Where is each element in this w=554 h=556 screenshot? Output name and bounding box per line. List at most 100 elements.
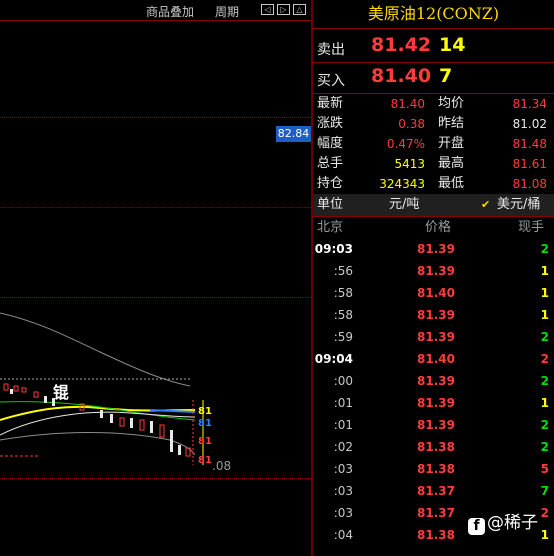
tick-time: :02 <box>333 440 353 454</box>
tick-row[interactable]: :00 81.39 2 <box>313 370 554 392</box>
quote-panel: 美原油12(CONZ) 卖出 81.42 14 买入 81.40 7 最新 81… <box>313 0 554 556</box>
tick-row[interactable]: :58 81.39 1 <box>313 304 554 326</box>
tick-time: :56 <box>333 264 353 278</box>
tick-time: :01 <box>333 396 353 410</box>
tick-qty: 2 <box>540 440 549 454</box>
tick-qty: 2 <box>540 418 549 432</box>
tick-time: :03 <box>333 484 353 498</box>
chart-label: 81 <box>198 436 212 447</box>
tick-time: :04 <box>333 528 353 542</box>
tick-price: 81.40 <box>417 352 455 366</box>
tick-row[interactable]: 09:03 81.39 2 <box>313 238 554 260</box>
bid-row[interactable]: 买入 81.40 7 <box>313 63 554 93</box>
tick-price: 81.37 <box>417 484 455 498</box>
tick-qty: 1 <box>540 286 549 300</box>
tick-qty: 2 <box>540 242 549 256</box>
tick-price: 81.39 <box>417 330 455 344</box>
ma-yellow-line <box>0 405 196 421</box>
contract-title: 美原油12(CONZ) <box>313 0 554 29</box>
tick-price: 81.39 <box>417 264 455 278</box>
stat-value: 0.47% <box>386 137 425 151</box>
chart-label: 81 <box>198 418 212 429</box>
tick-time: :03 <box>333 462 353 476</box>
ticks-qty-header: 现手 <box>518 220 545 235</box>
tick-qty: 1 <box>540 264 549 278</box>
tick-row[interactable]: :58 81.40 1 <box>313 282 554 304</box>
tick-time: :00 <box>333 374 353 388</box>
stat-label: 总手 <box>317 156 344 171</box>
ticks-time-header: 北京 <box>317 220 344 235</box>
tick-time: :59 <box>333 330 353 344</box>
tick-row[interactable]: :56 81.39 1 <box>313 260 554 282</box>
stat-value: 81.08 <box>512 177 547 191</box>
tick-row[interactable]: :03 81.38 5 <box>313 458 554 480</box>
tick-row[interactable]: :01 81.39 2 <box>313 414 554 436</box>
unit-row[interactable]: 单位 元/吨 ✔ 美元/桶 <box>313 194 554 216</box>
tick-price: 81.39 <box>417 418 455 432</box>
stat-label: 最低 <box>438 176 465 191</box>
stat-label: 最高 <box>438 156 465 171</box>
ask-row[interactable]: 卖出 81.42 14 <box>313 32 554 62</box>
tick-price: 81.38 <box>417 462 455 476</box>
tick-row[interactable]: :01 81.39 1 <box>313 392 554 414</box>
tick-time: :58 <box>333 286 353 300</box>
bid-price: 81.40 <box>371 65 432 87</box>
stat-value: 5413 <box>394 157 425 171</box>
stat-value: 81.34 <box>512 97 547 111</box>
stat-label: 涨跌 <box>317 116 344 131</box>
stat-value: 81.40 <box>390 97 425 111</box>
stat-label: 幅度 <box>317 136 344 151</box>
tick-price: 81.39 <box>417 374 455 388</box>
tick-time: :58 <box>333 308 353 322</box>
tick-qty: 1 <box>540 396 549 410</box>
stat-label: 最新 <box>317 96 344 111</box>
ticks-header: 北京 价格 现手 <box>313 218 554 238</box>
stat-value: 81.61 <box>512 157 547 171</box>
stat-label: 昨结 <box>438 116 465 131</box>
stat-value: 0.38 <box>398 117 425 131</box>
tick-time: :03 <box>333 506 353 520</box>
ask-volume: 14 <box>439 34 466 56</box>
tick-qty: 2 <box>540 330 549 344</box>
stat-value: 324343 <box>379 177 425 191</box>
unit-alt-option[interactable]: 美元/桶 <box>497 194 540 216</box>
facebook-icon: f <box>468 518 485 535</box>
chart-low-label: .08 <box>212 459 232 473</box>
boll-lower-line <box>0 432 196 456</box>
tick-price: 81.39 <box>417 396 455 410</box>
tick-price: 81.40 <box>417 286 455 300</box>
chart-label: 81 <box>198 406 212 417</box>
watermark: f @稀子 <box>468 508 538 535</box>
tick-qty: 5 <box>540 462 549 476</box>
boll-upper-line <box>0 312 191 387</box>
tick-row[interactable]: :02 81.38 2 <box>313 436 554 458</box>
watermark-text: @稀子 <box>487 513 538 533</box>
tick-time: :01 <box>333 418 353 432</box>
chart-stamp: 锟 <box>53 383 70 402</box>
tick-price: 81.37 <box>417 506 455 520</box>
kline-chart[interactable]: 商品叠加 周期 ◁ ▷ △ 82.84 锟 81 81 81 81 .08 <box>0 0 311 556</box>
tick-row[interactable]: :59 81.39 2 <box>313 326 554 348</box>
tick-qty: 1 <box>540 308 549 322</box>
tick-row[interactable]: 09:04 81.40 2 <box>313 348 554 370</box>
tick-price: 81.38 <box>417 440 455 454</box>
bid-volume: 7 <box>439 65 453 87</box>
tick-price: 81.39 <box>417 242 455 256</box>
check-icon[interactable]: ✔ <box>481 194 490 216</box>
unit-value: 元/吨 <box>389 197 420 212</box>
ask-label: 卖出 <box>317 42 345 58</box>
tick-qty: 2 <box>540 352 549 366</box>
stat-value: 81.48 <box>512 137 547 151</box>
candles <box>3 383 191 457</box>
tick-qty: 7 <box>540 484 549 498</box>
unit-label: 单位 <box>317 197 344 212</box>
stat-label: 持仓 <box>317 176 344 191</box>
tick-price: 81.39 <box>417 308 455 322</box>
stat-value: 81.02 <box>512 117 547 131</box>
tick-qty: 2 <box>540 374 549 388</box>
tick-row[interactable]: :03 81.37 7 <box>313 480 554 502</box>
ticks-price-header: 价格 <box>425 220 452 235</box>
ask-price: 81.42 <box>371 34 432 56</box>
stat-label: 均价 <box>438 96 465 111</box>
stat-label: 开盘 <box>438 136 465 151</box>
